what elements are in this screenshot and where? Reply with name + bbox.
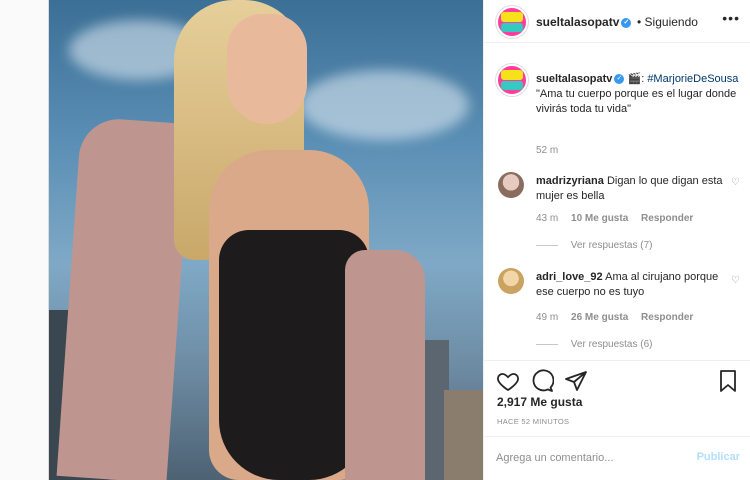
- bookmark-icon[interactable]: [716, 369, 740, 393]
- post-caption: sueltalasopatv ✓ 🎬: #MarjorieDeSousa "Ama…: [536, 73, 739, 115]
- caption-avatar[interactable]: [496, 64, 528, 96]
- reply-button[interactable]: Responder: [641, 213, 693, 224]
- face-shape: [227, 14, 307, 124]
- post-header: sueltalasopatv ✓ • Siguiendo •••: [484, 0, 750, 43]
- clapper-emoji: 🎬: [627, 73, 642, 85]
- reply-button[interactable]: Responder: [641, 312, 693, 323]
- view-replies-label: Ver respuestas (6): [570, 339, 653, 350]
- likes-count[interactable]: 2,917 Me gusta: [497, 395, 582, 409]
- caption-time[interactable]: 52 m: [536, 145, 558, 156]
- post-actions: 2,917 Me gusta HACE 52 MINUTOS: [484, 360, 750, 430]
- account-avatar[interactable]: [496, 6, 528, 38]
- comment-time[interactable]: 49 m: [536, 312, 558, 323]
- follow-status-row: • Siguiendo: [637, 15, 698, 29]
- following-button[interactable]: Siguiendo: [645, 15, 698, 29]
- instagram-post: sueltalasopatv ✓ • Siguiendo ••• sueltala…: [48, 0, 750, 480]
- separator: •: [637, 15, 642, 29]
- caption-username[interactable]: sueltalasopatv: [536, 73, 612, 85]
- comment-username[interactable]: adri_love_92: [536, 271, 603, 283]
- hashtag-link[interactable]: #MarjorieDeSousa: [647, 73, 738, 85]
- caption-text: "Ama tu cuerpo porque es el lugar donde …: [536, 88, 737, 115]
- comment: madrizyriana Digan lo que digan esta muj…: [536, 174, 726, 204]
- post-sidebar: sueltalasopatv ✓ • Siguiendo ••• sueltala…: [483, 0, 750, 480]
- comment-like-icon[interactable]: ♡: [731, 177, 740, 188]
- share-icon[interactable]: [564, 369, 588, 393]
- comments-area[interactable]: sueltalasopatv ✓ 🎬: #MarjorieDeSousa "Ama…: [484, 44, 750, 360]
- comment-username[interactable]: madrizyriana: [536, 175, 604, 187]
- view-replies-label: Ver respuestas (7): [570, 240, 653, 251]
- avatar-logo-bottom: [501, 81, 523, 90]
- comment-form: Publicar: [484, 436, 750, 480]
- verified-icon: ✓: [621, 17, 632, 28]
- comment-likes[interactable]: 26 Me gusta: [571, 312, 628, 323]
- view-replies-button[interactable]: Ver respuestas (7): [536, 240, 653, 251]
- commenter-avatar[interactable]: [498, 172, 524, 198]
- header-username-row: sueltalasopatv ✓: [536, 15, 632, 29]
- post-photo[interactable]: [49, 0, 483, 480]
- cloud-shape: [299, 70, 469, 140]
- avatar-logo-top: [501, 12, 523, 22]
- commenter-avatar[interactable]: [498, 268, 524, 294]
- comment-meta: 43 m 10 Me gusta Responder: [536, 213, 703, 224]
- cardigan-left: [56, 116, 192, 480]
- posted-time[interactable]: HACE 52 MINUTOS: [497, 417, 569, 426]
- comment-meta: 49 m 26 Me gusta Responder: [536, 312, 703, 323]
- verified-icon: ✓: [614, 74, 625, 85]
- comment-icon[interactable]: [530, 369, 554, 393]
- comment: adri_love_92 Ama al cirujano porque ese …: [536, 270, 726, 300]
- comment-like-icon[interactable]: ♡: [731, 275, 740, 286]
- comment-input[interactable]: [496, 445, 676, 471]
- building-shape: [444, 390, 483, 480]
- cardigan-right: [345, 250, 425, 480]
- comment-likes[interactable]: 10 Me gusta: [571, 213, 628, 224]
- publish-button[interactable]: Publicar: [697, 451, 740, 463]
- comment-time[interactable]: 43 m: [536, 213, 558, 224]
- avatar-logo-bottom: [501, 23, 523, 32]
- avatar-logo-top: [501, 70, 523, 80]
- view-replies-button[interactable]: Ver respuestas (6): [536, 339, 653, 350]
- more-options-icon[interactable]: •••: [722, 10, 740, 26]
- heart-icon[interactable]: [496, 369, 520, 393]
- header-username[interactable]: sueltalasopatv: [536, 15, 619, 29]
